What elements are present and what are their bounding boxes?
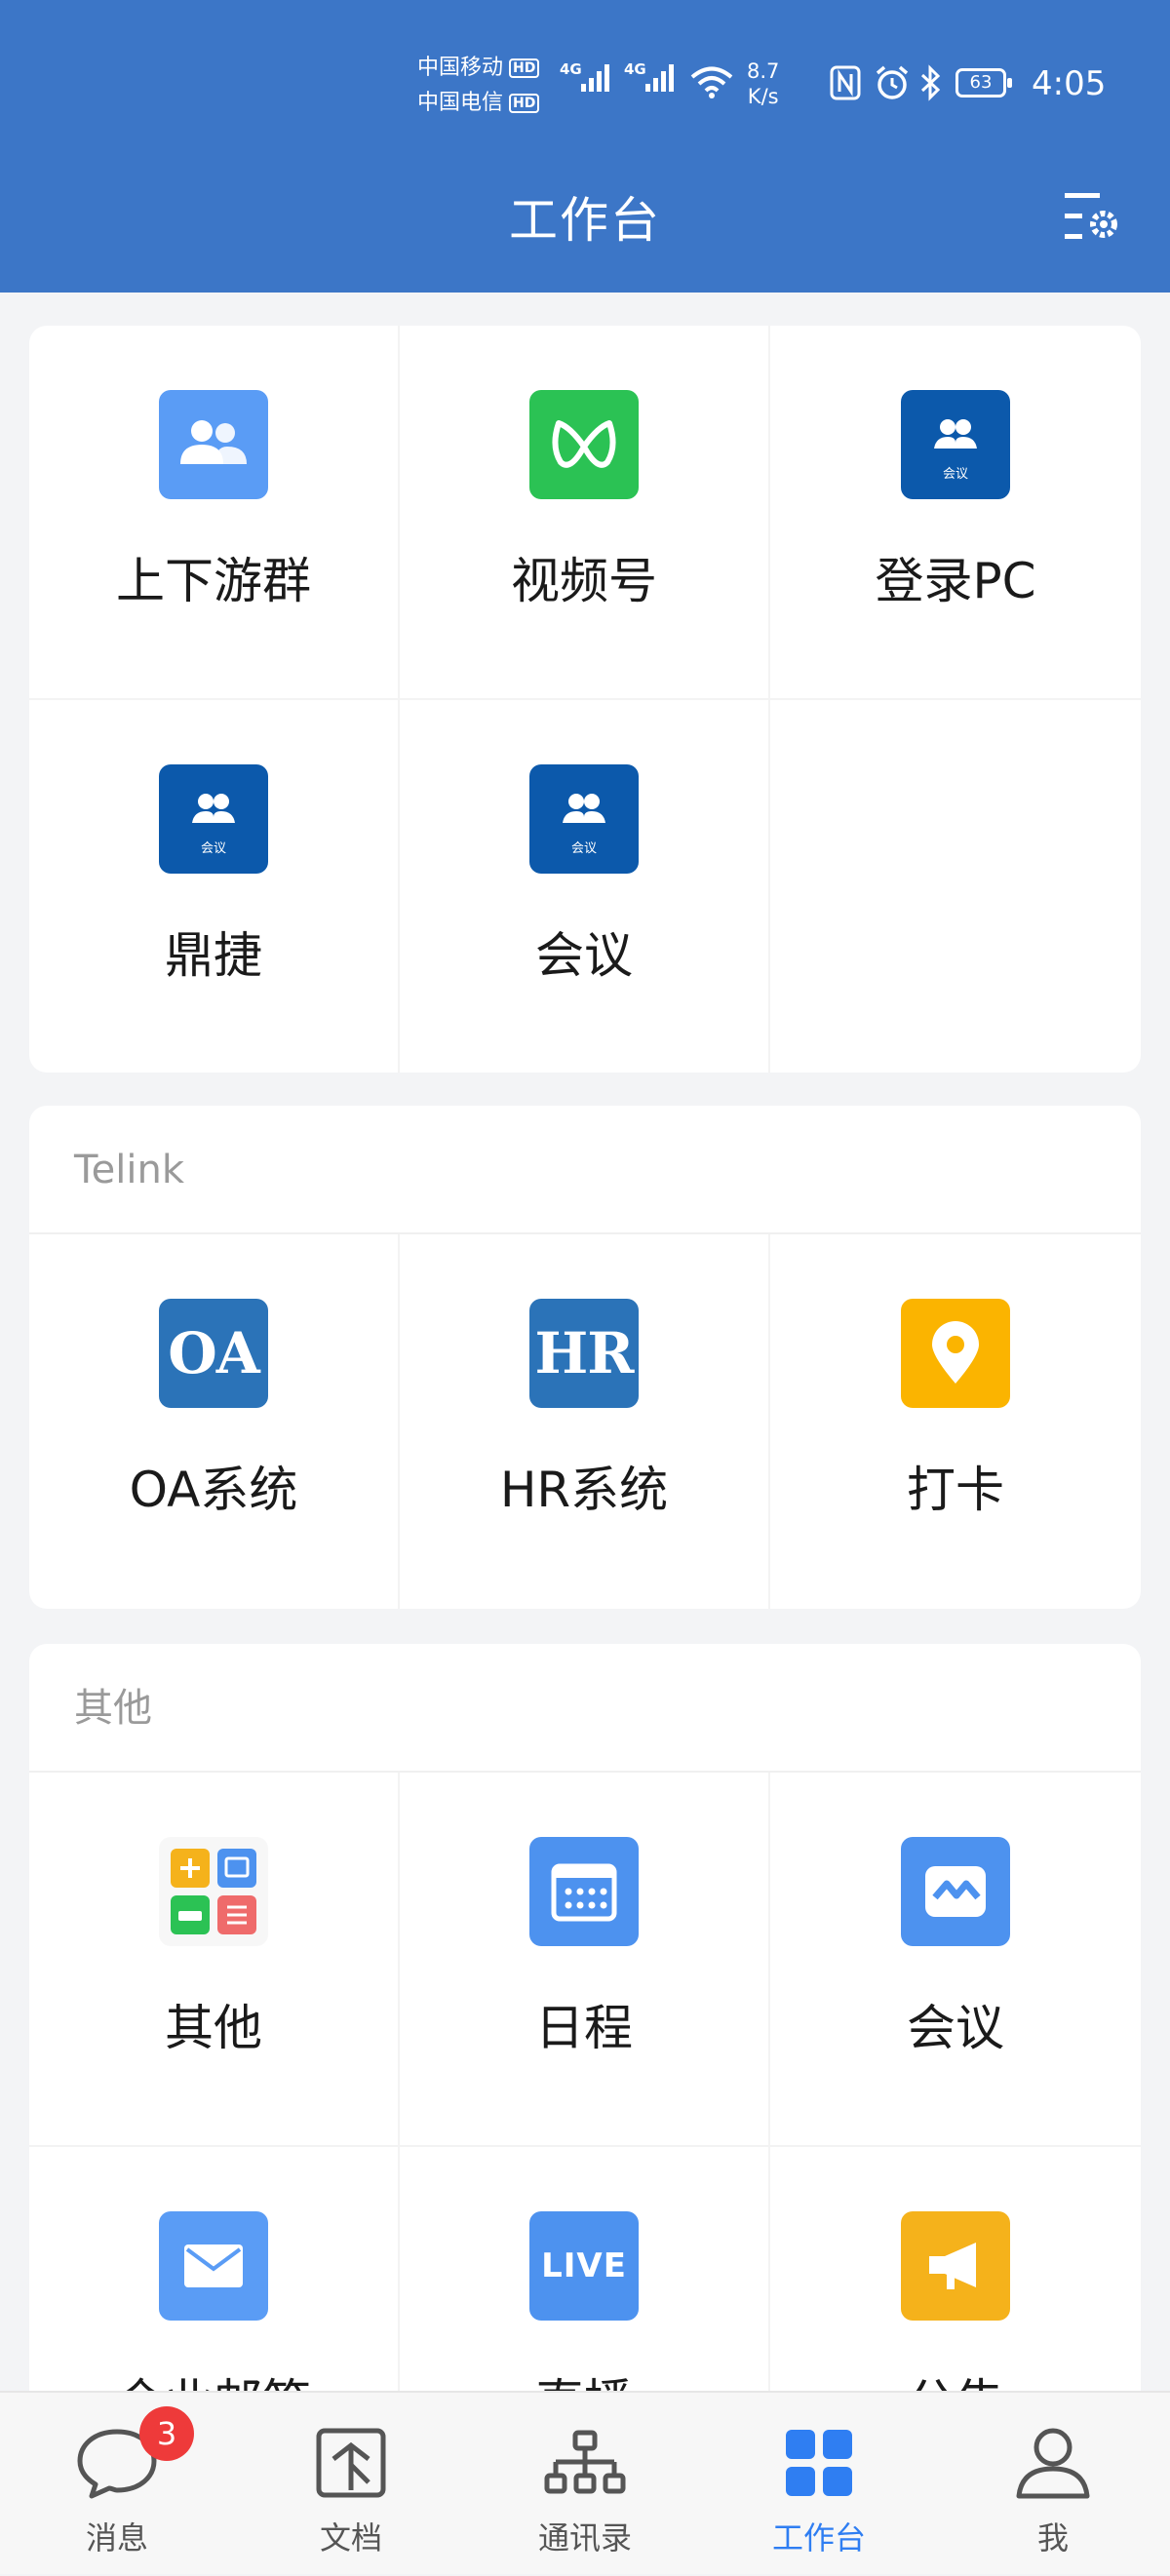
tab-contacts[interactable]: 通讯录 [468, 2393, 702, 2576]
app-hr-system[interactable]: HR HR系统 [400, 1234, 770, 1609]
apps-card-telink: Telink OA OA系统 HR HR系统 打卡 [29, 1106, 1141, 1609]
app-label: 会议 [907, 2000, 1004, 2056]
app-label: OA系统 [129, 1462, 298, 1518]
network-type-2: 4G [624, 60, 646, 78]
tab-messages[interactable]: 3 消息 [0, 2393, 234, 2576]
status-bar: 中国移动 HD 中国电信 HD 4G 4G 8.7 K/s 63 4:05 [0, 51, 1170, 119]
app-header: 中国移动 HD 中国电信 HD 4G 4G 8.7 K/s 63 4:05 工作… [0, 0, 1170, 293]
apps-card-main: 上下游群 视频号 会议 登录PC 会议 鼎捷 会议 会议 [29, 326, 1141, 1073]
live-icon-text: LIVE [541, 2246, 627, 2285]
meeting-icon: 会议 [529, 764, 639, 874]
meeting-icon: 会议 [901, 390, 1010, 499]
hr-icon-text: HR [534, 1320, 634, 1386]
meeting-room-icon [901, 1837, 1010, 1946]
alarm-icon [876, 65, 909, 99]
app-label: 打卡 [907, 1462, 1004, 1518]
app-label: HR系统 [499, 1462, 669, 1518]
megaphone-icon [901, 2211, 1010, 2321]
group-people-icon [159, 390, 268, 499]
carrier-info: 中国移动 HD 中国电信 HD [417, 51, 540, 121]
section-title: 其他 [29, 1644, 1141, 1773]
signal-icon [645, 64, 674, 92]
bluetooth-icon [920, 64, 941, 101]
tab-label: 通讯录 [537, 2519, 632, 2556]
app-grid-icon [159, 1837, 268, 1946]
app-meeting[interactable]: 会议 会议 [400, 700, 770, 1073]
speed-value: 8.7 [747, 59, 780, 83]
video-channel-icon [529, 390, 639, 499]
battery-indicator: 63 [956, 68, 1012, 98]
oa-icon: OA [159, 1299, 268, 1408]
wifi-icon [690, 66, 733, 98]
page-title: 工作台 [509, 192, 661, 249]
document-icon [316, 2428, 386, 2498]
app-label: 视频号 [511, 553, 657, 609]
app-check-in[interactable]: 打卡 [770, 1234, 1141, 1609]
tab-label: 消息 [85, 2519, 148, 2556]
app-dingjie[interactable]: 会议 鼎捷 [29, 700, 400, 1073]
network-speed: 8.7 K/s [747, 59, 779, 109]
app-video-channel[interactable]: 视频号 [400, 326, 770, 700]
hd-badge: HD [509, 94, 540, 113]
bottom-tab-bar: 3 消息 文档 通讯录 工作台 我 [0, 2391, 1170, 2574]
clock: 4:05 [1032, 64, 1107, 103]
app-label: 鼎捷 [165, 927, 262, 984]
section-title: Telink [29, 1106, 1141, 1234]
meeting-icon: 会议 [159, 764, 268, 874]
app-schedule[interactable]: 日程 [400, 1773, 770, 2147]
carrier-2: 中国电信 [417, 91, 504, 115]
app-meeting-room[interactable]: 会议 [770, 1773, 1141, 2147]
meeting-icon-text: 会议 [201, 841, 226, 856]
app-other[interactable]: 其他 [29, 1773, 400, 2147]
speed-unit: K/s [747, 85, 779, 108]
tab-me[interactable]: 我 [936, 2393, 1170, 2576]
app-label: 会议 [535, 927, 633, 984]
mail-icon [159, 2211, 268, 2321]
oa-icon-text: OA [168, 1320, 260, 1386]
app-label: 其他 [165, 2000, 262, 2056]
person-icon [1016, 2428, 1090, 2499]
location-pin-icon [901, 1299, 1010, 1408]
meeting-icon-text: 会议 [943, 467, 968, 482]
apps-card-other: 其他 其他 日程 会议 LIVE [29, 1644, 1141, 2521]
unread-badge: 3 [139, 2406, 194, 2461]
tab-workbench[interactable]: 工作台 [702, 2393, 936, 2576]
live-icon: LIVE [529, 2211, 639, 2321]
calendar-icon [529, 1837, 639, 1946]
hr-icon: HR [529, 1299, 639, 1408]
app-login-pc[interactable]: 会议 登录PC [770, 326, 1141, 700]
empty-cell [770, 700, 1141, 1073]
org-chart-icon [544, 2430, 626, 2494]
tab-label: 我 [1036, 2519, 1069, 2556]
nfc-icon [830, 65, 861, 100]
workbench-grid-icon [786, 2430, 852, 2496]
tab-label: 文档 [319, 2519, 382, 2556]
signal-icon [581, 64, 609, 92]
app-label: 日程 [535, 2000, 633, 2056]
app-oa-system[interactable]: OA OA系统 [29, 1234, 400, 1609]
carrier-1: 中国移动 [417, 56, 504, 80]
app-label: 登录PC [875, 553, 1036, 609]
app-label: 上下游群 [116, 553, 311, 609]
app-upstream-group[interactable]: 上下游群 [29, 326, 400, 700]
tab-documents[interactable]: 文档 [234, 2393, 468, 2576]
hd-badge: HD [509, 59, 540, 78]
meeting-icon-text: 会议 [571, 841, 597, 856]
tab-label: 工作台 [771, 2519, 866, 2556]
network-type-1: 4G [560, 60, 582, 78]
list-settings-icon[interactable] [1061, 185, 1123, 248]
